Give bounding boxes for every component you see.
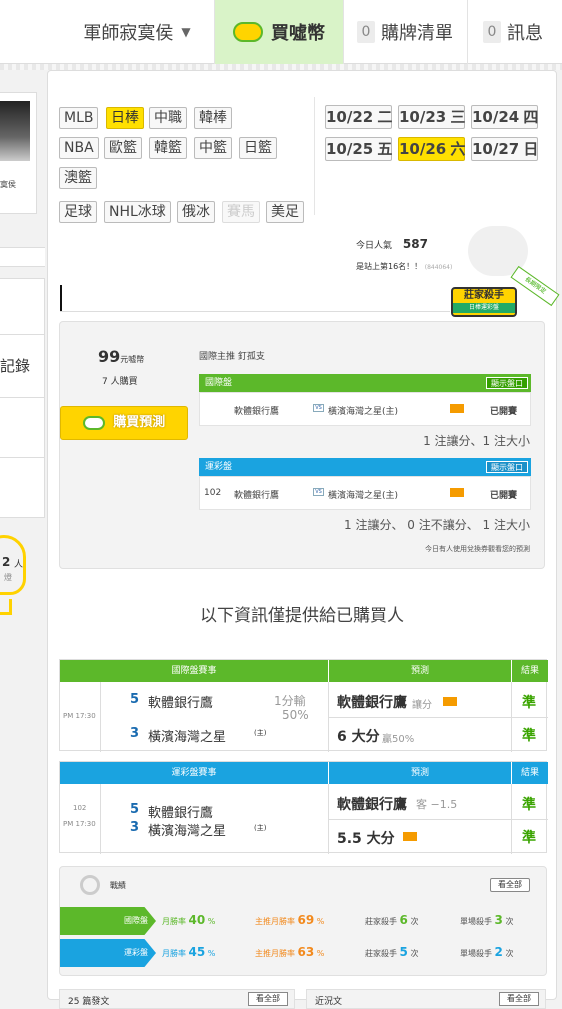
date-1022[interactable]: 10/22 二 xyxy=(325,105,392,129)
cart-label: 購牌清單 xyxy=(381,23,453,44)
popularity-label: 今日人氣 xyxy=(356,241,393,251)
left-menu: 記錄 xyxy=(0,278,45,518)
intl-col-pick: 預測 xyxy=(329,660,511,682)
intl-summary: 1 注讓分、1 注大小 xyxy=(423,434,530,448)
date-1023[interactable]: 10/23 三 xyxy=(398,105,465,129)
vs-icon: VS xyxy=(313,404,324,412)
date-1024[interactable]: 10/24 四 xyxy=(471,105,538,129)
popularity-value: 587 xyxy=(402,237,428,251)
cart-count: 0 xyxy=(357,21,375,43)
bulb-icon: 2 人 燈 xyxy=(0,535,30,625)
coin-icon xyxy=(82,415,105,430)
lottery-result-table: 運彩盤賽事 預測 結果 102 PM 17:30 5 軟體銀行鷹 3 橫濱海灣之… xyxy=(59,761,548,854)
left-divider xyxy=(0,247,45,267)
sport-tag-cpbl[interactable]: 中職 xyxy=(149,107,187,129)
date-1027[interactable]: 10/27 日 xyxy=(471,137,538,161)
bulb-unit: 人 xyxy=(14,560,24,570)
lottery-col-result: 結果 xyxy=(512,762,548,784)
message-count: 0 xyxy=(483,21,501,43)
user-name: 軍師寂寞侯 xyxy=(83,23,174,44)
sport-tag-kbo[interactable]: 韓棒 xyxy=(194,107,232,129)
lottery-col-pick: 預測 xyxy=(329,762,511,784)
intl-show-odds-button[interactable]: 顯示盤口 xyxy=(486,377,528,389)
sport-tag-nba[interactable]: NBA xyxy=(59,137,99,159)
cart-link[interactable]: 0 購牌清單 xyxy=(344,0,466,64)
user-menu[interactable]: 軍師寂寞侯 ▼ xyxy=(62,0,212,64)
popularity: 今日人氣 587 xyxy=(356,237,428,251)
sport-tag-jbl[interactable]: 日籃 xyxy=(239,137,277,159)
sport-tag-sbl[interactable]: 中籃 xyxy=(194,137,232,159)
recent-see-all-button[interactable]: 看全部 xyxy=(499,992,539,1006)
date-1026[interactable]: 10/26 六 xyxy=(398,137,465,161)
posts-see-all-button[interactable]: 看全部 xyxy=(248,992,288,1006)
sport-tag-khl[interactable]: 俄冰 xyxy=(177,201,215,223)
buy-coins-label: 買噓幣 xyxy=(271,23,325,44)
sport-tag-horse-racing: 賽馬 xyxy=(222,201,260,223)
hot-icon xyxy=(450,404,464,413)
avatar[interactable] xyxy=(0,101,30,161)
top-nav: 軍師寂寞侯 ▼ 買噓幣 0 購牌清單 0 訊息 xyxy=(0,0,562,64)
prediction-box: 99元噓幣 7 人購買 購買預測 國際主推 釘孤支 國際盤 顯示盤口 軟體銀行鷹… xyxy=(59,321,545,569)
buyers-count: 7 人購買 xyxy=(102,377,138,387)
messages-link[interactable]: 0 訊息 xyxy=(468,0,558,64)
avatar-caption: 寞侯 xyxy=(0,180,16,189)
sport-tag-mlb[interactable]: MLB xyxy=(59,107,99,129)
recent-card: 近況文 看全部 xyxy=(306,989,546,1009)
profile-card: 寞侯 xyxy=(0,92,37,214)
rank-text: 是站上第16名！！ (844064) xyxy=(356,262,453,271)
record-box: 戰績 看全部 國際盤 月勝率 40 % 主推月勝率 69 % 莊家殺手 6 次 … xyxy=(59,866,547,976)
hot-icon xyxy=(403,832,417,841)
intl-bar: 國際盤 xyxy=(199,374,531,392)
tip-title: 國際主推 釘孤支 xyxy=(199,352,265,362)
hot-icon xyxy=(443,697,457,706)
posts-card: 25 篇發文 看全部 xyxy=(59,989,295,1009)
hot-icon xyxy=(450,488,464,497)
lottery-show-odds-button[interactable]: 顯示盤口 xyxy=(486,461,528,473)
sport-tag-npb[interactable]: 日棒 xyxy=(106,107,144,129)
record-row-intl: 國際盤 月勝率 40 % 主推月勝率 69 % 莊家殺手 6 次 單場殺手 3 … xyxy=(60,907,548,935)
sport-tag-euro-basketball[interactable]: 歐籃 xyxy=(104,137,142,159)
lottery-col-game: 運彩盤賽事 xyxy=(60,762,328,784)
intl-col-result: 結果 xyxy=(512,660,548,682)
voucher-note: 今日有人使用兌換券觀看您的預測 xyxy=(425,545,530,553)
lottery-summary: 1 注讓分、 0 注不讓分、 1 注大小 xyxy=(344,518,530,532)
killer-badge: 莊家殺手 日棒運彩盤 xyxy=(451,287,517,317)
sport-tag-nfl[interactable]: 美足 xyxy=(266,201,304,223)
caret-down-icon: ▼ xyxy=(181,25,191,39)
bulb-caption: 燈 xyxy=(4,573,12,582)
record-row-lottery: 運彩盤 月勝率 45 % 主推月勝率 63 % 莊家殺手 5 次 單場殺手 2 … xyxy=(60,939,548,967)
lottery-game-row: 102 軟體銀行鷹 VS 橫濱海灣之星(主) 已開賽 xyxy=(199,476,531,510)
sport-tag-nbl[interactable]: 澳籃 xyxy=(59,167,97,189)
sport-tag-nhl[interactable]: NHL冰球 xyxy=(104,201,171,223)
date-1025[interactable]: 10/25 五 xyxy=(325,137,392,161)
main-panel: MLB 日棒 中職 韓棒 NBA 歐籃 韓籃 中籃 日籃 澳籃 足球 NHL冰球… xyxy=(47,70,560,1009)
limited-ribbon: 長期限定 xyxy=(510,265,560,307)
bulb-count: 2 xyxy=(2,555,11,569)
target-icon xyxy=(80,875,100,895)
record-see-all-button[interactable]: 看全部 xyxy=(490,878,530,892)
sport-tag-soccer[interactable]: 足球 xyxy=(59,201,97,223)
buy-coins-button[interactable]: 買噓幣 xyxy=(215,0,343,64)
menu-item-record[interactable]: 記錄 xyxy=(0,334,45,398)
messages-label: 訊息 xyxy=(507,23,543,44)
menu-record-label: 記錄 xyxy=(0,357,31,375)
info-title: 以下資訊僅提供給已購買人 xyxy=(200,606,404,626)
intl-result-table: 國際盤賽事 預測 結果 PM 17:30 5 軟體銀行鷹 3 橫濱海灣之星 (主… xyxy=(59,659,548,752)
coin-icon xyxy=(233,22,263,42)
price: 99元噓幣 xyxy=(98,347,145,366)
lottery-bar: 運彩盤 xyxy=(199,458,531,476)
intl-col-game: 國際盤賽事 xyxy=(60,660,328,682)
vs-icon: VS xyxy=(313,488,324,496)
buy-prediction-button[interactable]: 購買預測 xyxy=(60,406,188,440)
intl-game-row: 軟體銀行鷹 VS 橫濱海灣之星(主) 已開賽 xyxy=(199,392,531,426)
record-title: 戰績 xyxy=(110,881,126,890)
sport-tag-kbl[interactable]: 韓籃 xyxy=(149,137,187,159)
